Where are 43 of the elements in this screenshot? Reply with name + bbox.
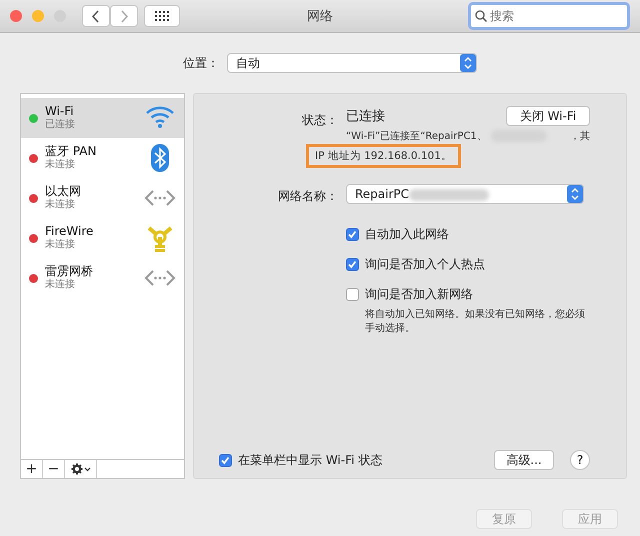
service-item[interactable]: 蓝牙 PAN 未连接 — [21, 138, 184, 178]
checkbox-label: 询问是否加入个人热点 — [365, 256, 485, 273]
status-description: ，其 — [570, 130, 590, 144]
service-item[interactable]: 雷雳网桥 未连接 — [21, 258, 184, 298]
network-arrows-icon — [144, 190, 176, 206]
ip-address-text: IP 地址为 192.168.0.101。 — [315, 150, 452, 162]
checkbox[interactable] — [346, 288, 359, 301]
search-icon — [475, 10, 487, 22]
checkbox-label: 在菜单栏中显示 Wi-Fi 状态 — [238, 452, 382, 468]
service-item[interactable]: 以太网 未连接 — [21, 178, 184, 218]
service-item[interactable]: FireWire 未连接 — [21, 218, 184, 258]
show-all-button[interactable] — [144, 5, 180, 27]
search-field[interactable]: 搜索 — [468, 2, 630, 30]
network-name-label: 网络名称： — [277, 188, 338, 205]
checkbox-label: 询问是否加入新网络 — [365, 286, 473, 303]
gear-icon — [70, 463, 83, 475]
stepper-icon — [571, 188, 579, 200]
grid-icon — [155, 11, 169, 21]
option-note: 将自动加入已知网络。如果没有已知网络，您必须手动选择。 — [365, 308, 586, 336]
stepper-icon — [464, 57, 472, 69]
location-popup[interactable]: 自动 — [227, 53, 477, 73]
caret-icon — [84, 468, 90, 472]
checkbox-label: 自动加入此网络 — [365, 226, 449, 243]
wifi-icon — [146, 106, 174, 128]
bluetooth-icon — [151, 144, 169, 172]
advanced-button[interactable]: 高级... — [494, 450, 554, 470]
status-description: “Wi-Fi”已连接至“RepairPC1、 — [346, 131, 487, 142]
location-label: 位置： — [183, 54, 219, 72]
help-button[interactable]: ? — [570, 450, 590, 470]
service-item[interactable]: Wi-Fi 已连接 — [21, 98, 184, 138]
checkbox[interactable] — [346, 228, 359, 241]
back-button[interactable] — [82, 5, 110, 27]
status-label: 状态： — [301, 112, 338, 129]
checkbox[interactable] — [346, 258, 359, 271]
chevron-right-icon — [120, 10, 128, 22]
network-name-popup[interactable]: RepairPC — [346, 184, 584, 204]
network-arrows-icon — [144, 270, 176, 286]
chevron-left-icon — [92, 10, 100, 22]
window-title: 网络 — [307, 9, 333, 24]
status-value: 已连接 — [346, 108, 385, 125]
checkbox[interactable] — [219, 454, 232, 466]
turn-off-wifi-button[interactable]: 关闭 Wi-Fi — [506, 106, 590, 126]
firewire-icon — [147, 226, 173, 252]
